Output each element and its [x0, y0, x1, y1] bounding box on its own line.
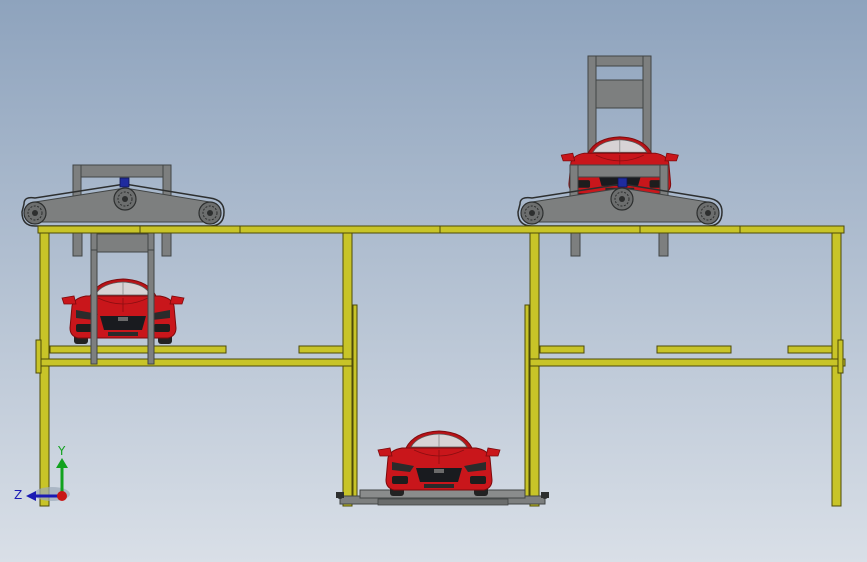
left-hoist-sprocket-3 — [198, 201, 222, 225]
right-hoist-motor — [617, 177, 628, 188]
cad-viewport[interactable]: Y Z — [0, 0, 867, 562]
y-axis-label: Y — [57, 444, 66, 458]
x-axis-origin — [57, 491, 67, 501]
right-hoist-sprocket-2 — [610, 187, 634, 211]
left-hoist-motor — [119, 177, 130, 188]
pit-lift — [336, 489, 549, 506]
parking-system-drawing: Y Z — [0, 0, 867, 562]
right-hoist-sprocket-3 — [696, 201, 720, 225]
right-hoist-sprocket-1 — [520, 201, 544, 225]
left-hoist-sprocket-2 — [113, 187, 137, 211]
left-hoist-sprocket-1 — [23, 201, 47, 225]
z-axis-label: Z — [14, 488, 22, 502]
